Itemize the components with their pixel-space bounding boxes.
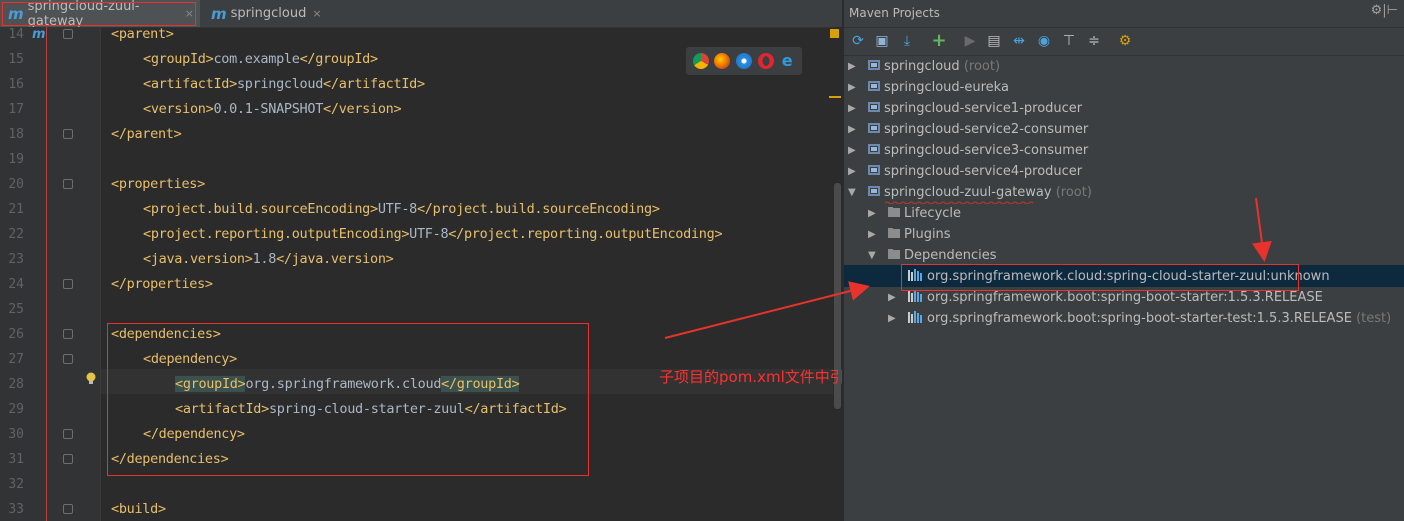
collapsed-arrow-icon[interactable]: ▶: [848, 98, 856, 119]
tree-item-lifecycle[interactable]: Lifecycle: [888, 203, 961, 224]
expanded-arrow-icon[interactable]: ▼: [848, 182, 856, 203]
line-number: 25: [8, 302, 24, 317]
collapsed-arrow-icon[interactable]: ▶: [848, 56, 856, 77]
code-line[interactable]: <groupId>com.example</groupId>: [143, 47, 378, 72]
fold-marker-icon[interactable]: [63, 429, 73, 439]
generate-sources-icon[interactable]: ▣: [874, 33, 890, 49]
close-icon[interactable]: ×: [312, 7, 321, 20]
line-number: 20: [8, 177, 24, 192]
fold-marker-icon[interactable]: [63, 279, 73, 289]
code-line[interactable]: <project.reporting.outputEncoding>UTF-8<…: [143, 222, 723, 247]
collapsed-arrow-icon[interactable]: ▶: [888, 308, 896, 329]
line-number: 23: [8, 252, 24, 267]
reimport-icon[interactable]: ⟳: [850, 33, 866, 49]
fold-marker-icon[interactable]: [63, 454, 73, 464]
tree-item-project[interactable]: springcloud (root): [868, 56, 1000, 77]
maven-module-icon: m: [211, 4, 227, 23]
collapsed-arrow-icon[interactable]: ▶: [848, 119, 856, 140]
firefox-icon[interactable]: [714, 53, 731, 69]
collapsed-arrow-icon[interactable]: ▶: [888, 287, 896, 308]
line-number: 28: [8, 377, 24, 392]
dependencies-highlight-box: [107, 323, 589, 476]
browser-preview-bar: e: [686, 47, 802, 75]
line-number: 21: [8, 202, 24, 217]
code-line[interactable]: </properties>: [111, 272, 213, 297]
execute-goal-icon[interactable]: ▤: [986, 33, 1002, 49]
collapse-all-icon[interactable]: ≑: [1086, 33, 1102, 49]
line-number: 17: [8, 102, 24, 117]
fold-marker-icon[interactable]: [63, 329, 73, 339]
panel-title: Maven Projects: [849, 6, 940, 20]
line-number: 18: [8, 127, 24, 142]
download-icon[interactable]: ⤓: [899, 33, 915, 49]
fold-marker-icon[interactable]: [63, 29, 73, 39]
vcs-change-marker: [46, 27, 47, 521]
warning-marker[interactable]: [830, 29, 839, 38]
maven-settings-icon[interactable]: ⚙: [1117, 33, 1133, 49]
run-icon[interactable]: ▶: [962, 33, 978, 49]
code-line[interactable]: <artifactId>springcloud</artifactId>: [143, 72, 425, 97]
maven-module-icon: m: [32, 27, 46, 42]
line-number: 16: [8, 77, 24, 92]
add-icon[interactable]: +: [931, 32, 947, 50]
tree-item-project[interactable]: springcloud-service1-producer: [868, 98, 1082, 119]
opera-icon[interactable]: [757, 53, 774, 69]
collapsed-arrow-icon[interactable]: ▶: [848, 77, 856, 98]
line-number: 27: [8, 352, 24, 367]
code-line[interactable]: <build>: [111, 497, 166, 521]
fold-marker-icon[interactable]: [63, 354, 73, 364]
toggle-offline-icon[interactable]: ⇹: [1011, 33, 1027, 49]
tree-item-project[interactable]: springcloud-service3-consumer: [868, 140, 1088, 161]
line-number: 19: [8, 152, 24, 167]
code-line[interactable]: <version>0.0.1-SNAPSHOT</version>: [143, 97, 402, 122]
fold-marker-icon[interactable]: [63, 179, 73, 189]
line-number: 26: [8, 327, 24, 342]
tree-item-dependency[interactable]: org.springframework.boot:spring-boot-sta…: [908, 308, 1391, 329]
line-number: 14: [8, 27, 24, 42]
warning-stripe[interactable]: [829, 96, 841, 98]
fold-marker-icon[interactable]: [63, 504, 73, 514]
line-number: 31: [8, 452, 24, 467]
maven-toolbar: ⟳ ▣ ⤓ + ▶ ▤ ⇹ ◉ ⊤ ≑ ⚙: [844, 27, 1404, 56]
line-number: 24: [8, 277, 24, 292]
tab-springcloud[interactable]: m springcloud ×: [203, 0, 323, 27]
annotation-text: 子项目的pom.xml文件中引用的jar包都是unknown的: [659, 368, 842, 386]
show-dependencies-icon[interactable]: ⊤: [1061, 33, 1077, 49]
line-number: 33: [8, 502, 24, 517]
tree-item-dependencies[interactable]: Dependencies: [888, 245, 997, 266]
tree-item-project[interactable]: springcloud-zuul-gateway (root): [868, 182, 1092, 203]
editor-pane[interactable]: m springcloud-zuul-gateway × m springclo…: [0, 0, 842, 521]
code-line[interactable]: <project.build.sourceEncoding>UTF-8</pro…: [143, 197, 660, 222]
line-number: 15: [8, 52, 24, 67]
tree-item-project[interactable]: springcloud-eureka: [868, 77, 1009, 98]
code-line[interactable]: <parent>: [111, 22, 174, 47]
tree-item-plugins[interactable]: Plugins: [888, 224, 951, 245]
collapsed-arrow-icon[interactable]: ▶: [868, 203, 876, 224]
collapsed-arrow-icon[interactable]: ▶: [868, 224, 876, 245]
lightbulb-icon[interactable]: [85, 372, 97, 386]
code-line[interactable]: </parent>: [111, 122, 182, 147]
code-line[interactable]: <properties>: [111, 172, 205, 197]
code-line[interactable]: <java.version>1.8</java.version>: [143, 247, 394, 272]
collapsed-arrow-icon[interactable]: ▶: [848, 140, 856, 161]
spellcheck-underline: [885, 201, 1034, 204]
tree-item-project[interactable]: springcloud-service4-producer: [868, 161, 1082, 182]
unknown-dependency-highlight-box: [901, 264, 1299, 291]
expanded-arrow-icon[interactable]: ▼: [868, 245, 876, 266]
maven-projects-panel: Maven Projects ⚙|⊢ ⟳ ▣ ⤓ + ▶ ▤ ⇹ ◉ ⊤ ≑ ⚙…: [843, 0, 1404, 521]
settings-icon[interactable]: ⚙|⊢: [1371, 3, 1398, 18]
chrome-icon[interactable]: [692, 53, 709, 69]
line-number: 30: [8, 427, 24, 442]
ie-icon[interactable]: e: [779, 53, 796, 69]
collapsed-arrow-icon[interactable]: ▶: [848, 161, 856, 182]
tree-item-project[interactable]: springcloud-service2-consumer: [868, 119, 1088, 140]
line-number: 32: [8, 477, 24, 492]
safari-icon[interactable]: [735, 53, 752, 69]
skip-tests-icon[interactable]: ◉: [1036, 33, 1052, 49]
line-number: 29: [8, 402, 24, 417]
tab-label: springcloud: [230, 6, 307, 21]
line-number: 22: [8, 227, 24, 242]
gutter-separator: [100, 27, 101, 521]
fold-marker-icon[interactable]: [63, 129, 73, 139]
